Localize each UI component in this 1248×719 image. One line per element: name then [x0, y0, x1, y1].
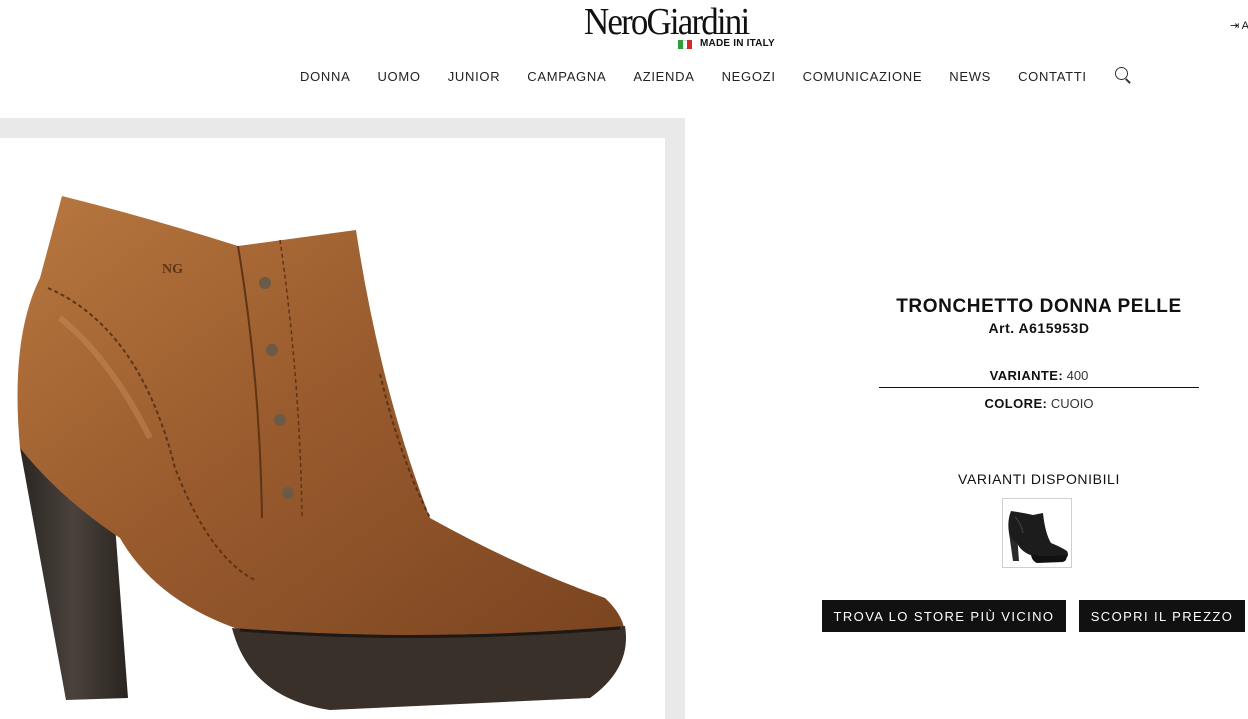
search-icon[interactable] [1114, 66, 1132, 84]
nav-item-azienda[interactable]: AZIENDA [633, 69, 694, 84]
nav-item-negozi[interactable]: NEGOZI [722, 69, 776, 84]
nav-item-junior[interactable]: JUNIOR [448, 69, 501, 84]
nav-item-uomo[interactable]: UOMO [377, 69, 420, 84]
discover-price-button[interactable]: SCOPRI IL PREZZO [1079, 600, 1245, 632]
variante-label: VARIANTE [989, 368, 1059, 383]
variant-thumbnail[interactable] [1002, 498, 1072, 568]
brown-ankle-boot-image: NG [0, 138, 665, 719]
nav-item-news[interactable]: NEWS [949, 69, 991, 84]
variante-value: 400 [1066, 368, 1089, 383]
colore-value: CUOIO [1050, 396, 1094, 411]
nav-item-campagna[interactable]: CAMPAGNA [527, 69, 606, 84]
available-variants-label: VARIANTI DISPONIBILI [958, 471, 1120, 487]
italian-flag-icon [678, 40, 693, 49]
colore-label: COLORE [984, 396, 1043, 411]
variante-row: VARIANTE: 400 [879, 368, 1199, 388]
brand-logo[interactable]: NeroGiardini MADE IN ITALY [584, 1, 794, 52]
logo-tagline: MADE IN ITALY [700, 38, 775, 49]
nav-item-contatti[interactable]: CONTATTI [1018, 69, 1087, 84]
account-link-label: A [1241, 20, 1248, 32]
find-store-button[interactable]: TROVA LO STORE PIÙ VICINO [822, 600, 1066, 632]
product-article: Art. A615953D [988, 320, 1090, 336]
black-ankle-boot-image [1008, 511, 1068, 563]
product-info: TRONCHETTO DONNA PELLE Art. A615953D VAR… [879, 296, 1199, 411]
main-nav: DONNA UOMO JUNIOR CAMPAGNA AZIENDA NEGOZ… [300, 66, 1132, 84]
svg-text:NG: NG [162, 262, 183, 277]
product-image[interactable]: NG [0, 138, 665, 719]
account-link[interactable]: ⇥ A [1230, 19, 1248, 33]
nav-item-comunicazione[interactable]: COMUNICAZIONE [803, 69, 923, 84]
sign-in-icon: ⇥ [1230, 20, 1240, 32]
colore-row: COLORE: CUOIO [984, 396, 1094, 411]
nav-item-donna[interactable]: DONNA [300, 69, 350, 84]
product-title: TRONCHETTO DONNA PELLE [896, 296, 1182, 317]
product-image-frame: NG [0, 118, 685, 719]
